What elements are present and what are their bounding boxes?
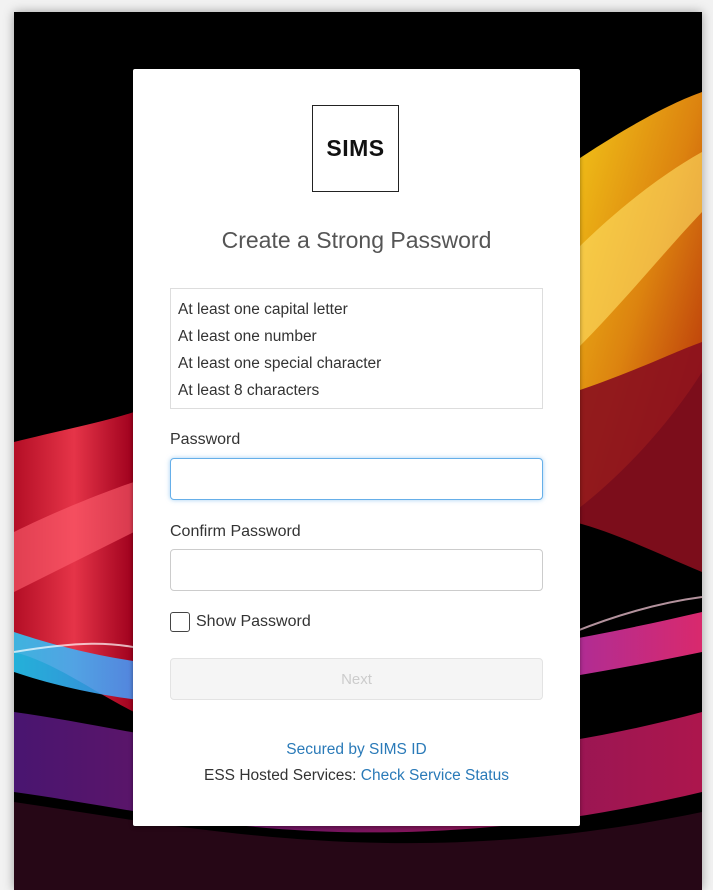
service-status-line: ESS Hosted Services: Check Service Statu… (133, 767, 580, 785)
show-password-checkbox[interactable] (170, 612, 190, 632)
password-card: SIMS Create a Strong Password At least o… (133, 69, 580, 826)
show-password-toggle[interactable]: Show Password (170, 612, 311, 632)
requirement-item: At least one capital letter (178, 301, 348, 318)
next-button[interactable]: Next (170, 658, 543, 700)
password-input[interactable] (170, 458, 543, 500)
service-prefix-text: ESS Hosted Services: (204, 767, 361, 784)
show-password-label[interactable]: Show Password (196, 613, 311, 631)
sims-logo-text: SIMS (326, 135, 385, 161)
page-title: Create a Strong Password (221, 227, 492, 253)
password-label: Password (170, 431, 241, 448)
secured-by-sims-id-link[interactable]: Secured by SIMS ID (286, 741, 426, 758)
requirement-item: At least 8 characters (178, 382, 320, 399)
sims-logo: SIMS (312, 105, 399, 192)
secured-by-line: Secured by SIMS ID (133, 741, 580, 759)
requirement-item: At least one special character (178, 355, 382, 372)
confirm-password-input[interactable] (170, 549, 543, 591)
requirement-item: At least one number (178, 328, 317, 345)
confirm-password-label: Confirm Password (170, 523, 301, 540)
background-frame: SIMS Create a Strong Password At least o… (14, 12, 702, 890)
password-requirements: At least one capital letter At least one… (170, 288, 543, 409)
check-service-status-link[interactable]: Check Service Status (361, 767, 509, 784)
